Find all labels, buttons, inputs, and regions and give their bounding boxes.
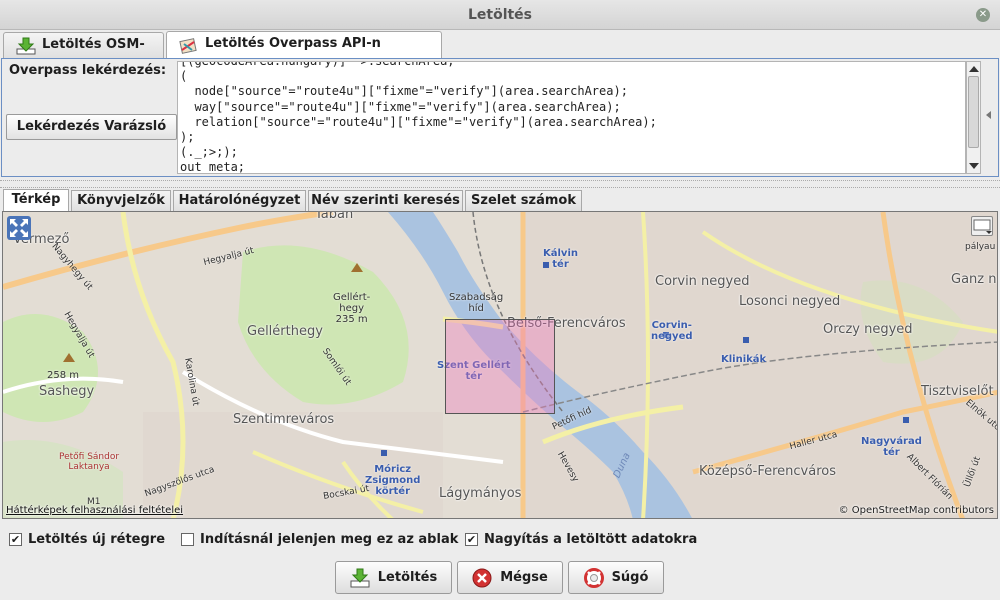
cancel-button[interactable]: Mégse bbox=[457, 561, 563, 594]
collapse-panel-icon[interactable] bbox=[986, 111, 991, 119]
map-attribution: © OpenStreetMap contributors bbox=[838, 505, 994, 516]
overpass-query-text: [(geocodeArea:hungary)] ->.searchArea; (… bbox=[180, 61, 657, 174]
map-label-tisztviselo: Tisztviselőt bbox=[921, 384, 994, 399]
map-label-gellerthegy: Gellérthegy bbox=[247, 324, 323, 339]
map-label-moricz: Móricz Zsigmond körtér bbox=[365, 464, 421, 497]
overpass-query-input[interactable]: [(geocodeArea:hungary)] ->.searchArea; (… bbox=[177, 61, 966, 174]
overpass-query-panel: Overpass lekérdezés: Lekérdezés Varázsló… bbox=[1, 58, 999, 177]
download-source-tabs: Letöltés OSM-ről Letöltés Overpass API-n… bbox=[0, 31, 1000, 76]
map-label-lagymanyos: Lágymányos bbox=[439, 486, 522, 501]
option-show-on-startup[interactable]: Indításnál jelenjen meg ez az ablak bbox=[181, 530, 458, 548]
option-zoom-to-data[interactable]: ✔ Nagyítás a letöltött adatokra bbox=[465, 530, 697, 548]
window-title: Letöltés bbox=[467, 7, 533, 23]
checkbox-new-layer[interactable]: ✔ bbox=[9, 532, 22, 546]
scroll-down-icon[interactable] bbox=[969, 163, 979, 169]
help-button[interactable]: Súgó bbox=[568, 561, 664, 594]
map-label-palyau: pályau bbox=[965, 242, 996, 252]
tab-download-overpass[interactable]: Letöltés Overpass API-n keresztül bbox=[166, 31, 442, 75]
tab-map[interactable]: Térkép bbox=[3, 189, 69, 211]
layers-icon[interactable] bbox=[971, 216, 993, 236]
tab-name-search[interactable]: Név szerinti keresés bbox=[308, 190, 463, 211]
map-label-kozepso-ferencvaros: Középső-Ferencváros bbox=[699, 464, 836, 479]
map-label-258m: 258 m bbox=[47, 370, 80, 381]
area-selector-tabs: Térkép Könyvjelzők Határolónégyzet Név s… bbox=[0, 189, 1000, 211]
option-new-layer[interactable]: ✔ Letöltés új rétegre bbox=[9, 530, 165, 548]
scroll-up-icon[interactable] bbox=[969, 66, 979, 72]
map-label-szabadsag-hid: Szabadság híd bbox=[449, 292, 504, 314]
map-label-losonci: Losonci negyed bbox=[739, 294, 841, 309]
query-scrollbar[interactable] bbox=[966, 61, 981, 174]
fullscreen-icon[interactable] bbox=[7, 216, 31, 240]
tab-bounding-box[interactable]: Határolónégyzet bbox=[173, 190, 306, 211]
selected-bounding-box[interactable] bbox=[445, 319, 555, 414]
map-label-kalvin-ter: Kálvin tér bbox=[543, 248, 578, 270]
tab-download-osm[interactable]: Letöltés OSM-ről bbox=[3, 32, 164, 76]
slippy-map[interactable]: Tabán Vérmező Hegyalja út Nagyhegy út Ge… bbox=[2, 211, 998, 519]
download-icon bbox=[350, 568, 370, 587]
map-label-gellert-hill: Gellért- hegy 235 m bbox=[333, 292, 371, 325]
tab-tile-numbers[interactable]: Szelet számok bbox=[465, 190, 582, 211]
overpass-query-label: Overpass lekérdezés: bbox=[9, 63, 167, 78]
query-wizard-button[interactable]: Lekérdezés Varázsló bbox=[6, 114, 177, 140]
download-button[interactable]: Letöltés bbox=[335, 561, 452, 594]
checkbox-show-on-startup[interactable] bbox=[181, 532, 194, 546]
map-label-corvin-stop: Corvin- negyed bbox=[651, 320, 693, 342]
tab-bookmarks[interactable]: Könyvjelzők bbox=[71, 190, 171, 211]
map-label-petofi-laktanya: Petőfi Sándor Laktanya bbox=[59, 452, 120, 472]
map-label-orczy: Orczy negyed bbox=[823, 322, 913, 337]
map-label-klinikak: Klinikák bbox=[721, 354, 767, 365]
split-pane-divider[interactable] bbox=[0, 180, 1000, 188]
map-terms-link[interactable]: Háttérképek felhasználási feltételei bbox=[6, 505, 183, 516]
map-label-taban: Tabán bbox=[315, 211, 354, 222]
map-label-sashegy: Sashegy bbox=[39, 384, 95, 399]
map-label-szentimrevaros: Szentimreváros bbox=[233, 412, 335, 427]
window-titlebar: Letöltés ✕ bbox=[0, 0, 1000, 30]
map-label-ganz: Ganz n bbox=[951, 272, 997, 287]
scroll-thumb[interactable] bbox=[968, 76, 979, 148]
lifebuoy-icon bbox=[583, 567, 604, 588]
cancel-icon bbox=[472, 568, 492, 587]
download-icon bbox=[16, 37, 36, 55]
map-label-corvin-negyed: Corvin negyed bbox=[655, 274, 750, 289]
checkbox-zoom-to-data[interactable]: ✔ bbox=[465, 532, 478, 546]
overpass-icon bbox=[179, 38, 197, 54]
close-icon[interactable]: ✕ bbox=[976, 8, 990, 22]
